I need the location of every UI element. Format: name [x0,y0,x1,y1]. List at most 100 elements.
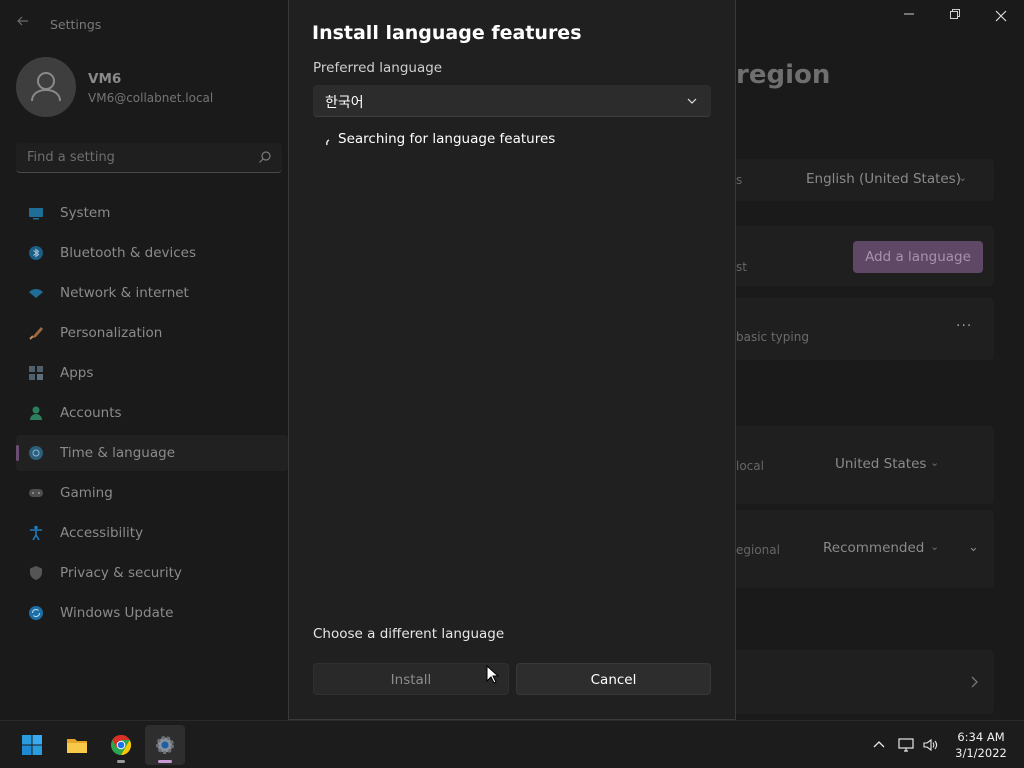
apps-icon [29,366,43,380]
shield-icon [30,566,42,580]
sidebar-item-label: Time & language [60,445,176,461]
sidebar-item-label: Network & internet [60,285,189,301]
display-language-select[interactable]: English (United States) [806,171,961,187]
start-button[interactable] [12,725,52,765]
back-arrow-icon [17,16,28,26]
page-title: region [736,60,831,90]
taskbar-app-chrome[interactable] [101,725,141,765]
sidebar-item-accessibility[interactable]: Accessibility [16,515,288,551]
typing-fragment: basic typing [736,330,809,344]
chevron-down-icon: ⌄ [930,540,940,553]
dialog-title: Install language features [312,22,582,44]
add-language-button[interactable]: Add a language [853,241,983,273]
brush-icon [29,327,43,340]
chevron-down-icon: ⌄ [958,171,968,184]
avatar [16,57,76,117]
sidebar-item-network[interactable]: Network & internet [16,275,288,311]
sidebar-item-label: Gaming [60,485,113,501]
sidebar-item-apps[interactable]: Apps [16,355,288,391]
related-setting-row[interactable] [736,650,994,714]
sidebar-item-time-language[interactable]: Time & language [16,435,288,471]
language-entry-row: basic typing ··· [736,298,994,360]
progress-ring-icon [326,139,330,146]
back-button[interactable] [12,14,34,34]
search-input[interactable]: Find a setting [16,143,282,173]
restore-button[interactable] [940,8,970,26]
choose-different-language-link[interactable]: Choose a different language [313,626,504,642]
sidebar-item-label: Privacy & security [60,565,182,581]
preferred-language-select[interactable]: 한국어 [313,85,711,117]
wifi-icon [29,289,43,298]
globe-clock-icon [29,446,43,460]
sidebar-item-label: System [60,205,111,221]
search-placeholder: Find a setting [27,150,115,165]
chevron-right-icon [971,676,978,688]
bluetooth-icon [29,246,43,260]
sidebar-nav: System Bluetooth & devices Network & int… [16,195,288,635]
running-indicator [117,760,125,763]
sidebar-item-gaming[interactable]: Gaming [16,475,288,511]
person-icon [31,72,61,102]
sidebar-item-accounts[interactable]: Accounts [16,395,288,431]
clock-time: 6:34 AM [957,730,1005,744]
clock[interactable]: 6:34 AM 3/1/2022 [950,729,1012,761]
sidebar-item-bluetooth[interactable]: Bluetooth & devices [16,235,288,271]
close-button[interactable] [986,8,1016,26]
system-icon [29,208,43,220]
taskbar-app-file-explorer[interactable] [57,725,97,765]
sidebar-item-privacy[interactable]: Privacy & security [16,555,288,591]
regional-format-select[interactable]: Recommended [823,540,924,556]
running-indicator [158,760,172,763]
accessibility-icon [30,525,42,541]
file-explorer-icon [67,739,87,753]
taskbar-app-settings[interactable] [145,725,185,765]
clock-date: 3/1/2022 [955,746,1007,760]
settings-icon [156,736,174,754]
preferred-label-fragment: st [736,260,747,274]
start-icon [22,735,42,755]
sidebar-item-label: Personalization [60,325,163,341]
sidebar-item-label: Windows Update [60,605,174,621]
chevron-down-icon [687,98,697,104]
person-icon [30,406,42,420]
expand-chevron-icon[interactable]: ⌄ [968,540,979,555]
country-label-fragment: local [736,459,764,473]
user-email: VM6@collabnet.local [88,91,214,105]
close-icon [995,10,1007,22]
mouse-cursor-icon [486,665,500,684]
taskbar: 6:34 AM 3/1/2022 [0,720,1024,768]
sidebar-item-personalization[interactable]: Personalization [16,315,288,351]
chevron-down-icon: ⌄ [930,456,940,469]
regional-format-row: egional Recommended ⌄ ⌄ [736,510,994,588]
volume-icon[interactable] [922,737,938,753]
sidebar-item-label: Bluetooth & devices [60,245,197,261]
restore-icon [950,9,960,19]
app-title: Settings [50,17,102,32]
sidebar-item-label: Accessibility [60,525,144,541]
display-language-label-fragment: s [736,173,743,187]
network-icon[interactable] [898,737,914,753]
format-label-fragment: egional [736,543,780,557]
sidebar-item-windows-update[interactable]: Windows Update [16,595,288,631]
preferred-language-label: Preferred language [313,60,443,76]
gamepad-icon [29,489,43,497]
show-hidden-icons-chevron-icon[interactable] [871,737,887,753]
country-region-row: local United States ⌄ [736,426,994,504]
search-status-text: Searching for language features [338,131,556,147]
selection-indicator [16,445,19,461]
selected-language: 한국어 [325,95,364,111]
user-name: VM6 [88,71,122,87]
install-language-features-dialog: Install language features Preferred lang… [288,0,736,720]
sidebar-item-label: Apps [60,365,94,381]
minimize-button[interactable] [894,8,924,26]
search-icon [259,151,271,163]
sidebar-item-system[interactable]: System [16,195,288,231]
display-language-row: s English (United States) ⌄ [736,159,994,201]
update-icon [29,606,43,620]
install-button[interactable]: Install [313,663,509,695]
more-options-button[interactable]: ··· [956,318,972,334]
country-select[interactable]: United States [835,456,926,472]
cancel-button[interactable]: Cancel [516,663,711,695]
minimize-icon [904,13,914,15]
sidebar-item-label: Accounts [60,405,122,421]
